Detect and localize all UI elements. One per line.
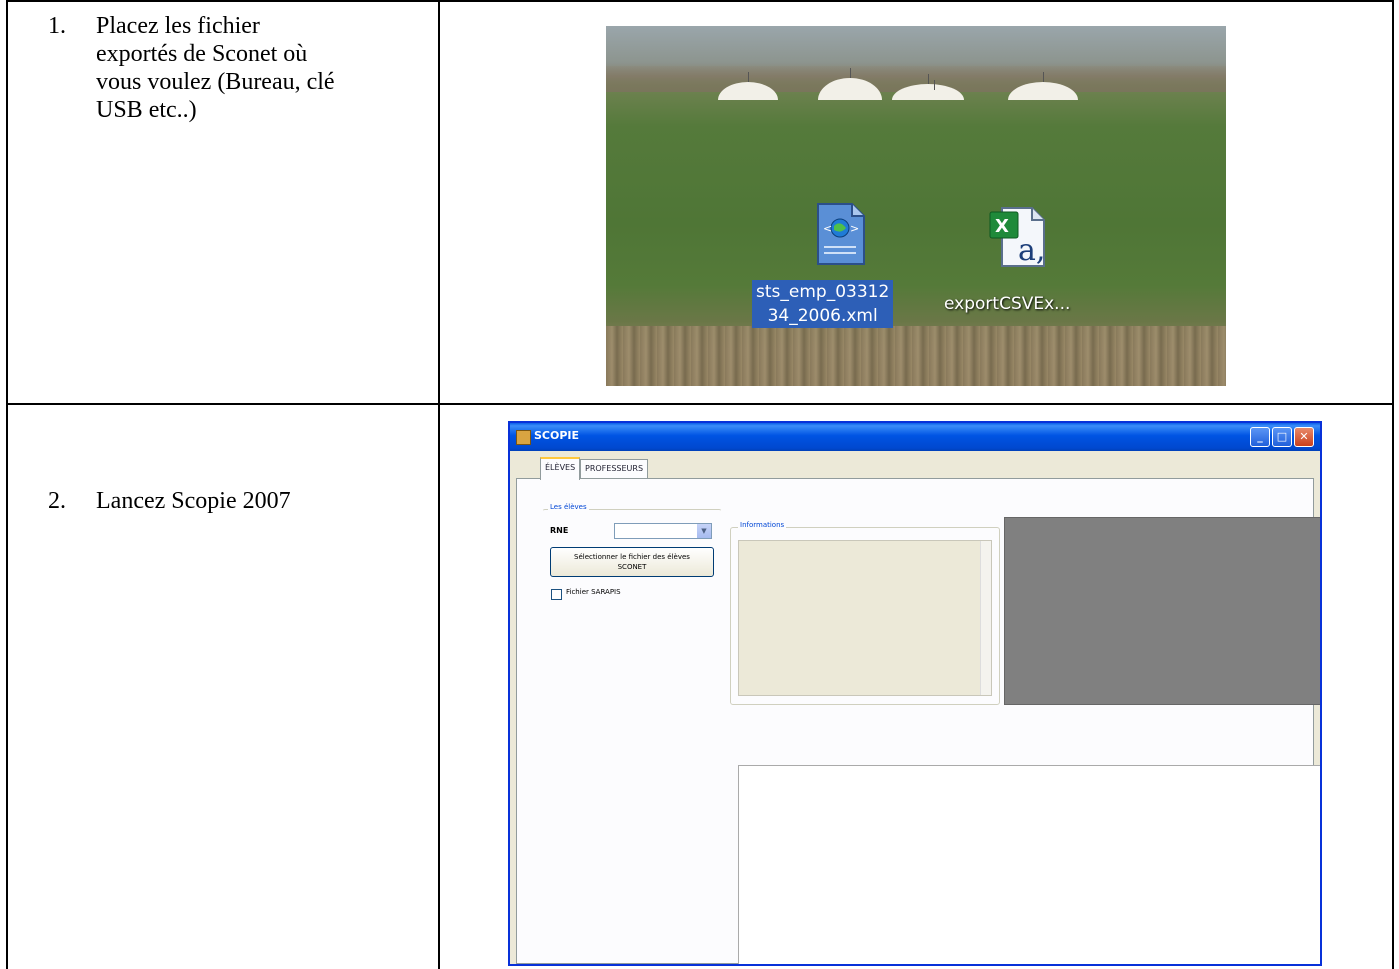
step-1-line: vous voulez (Bureau, clé bbox=[96, 69, 335, 95]
table-row-divider bbox=[6, 403, 1394, 405]
informations-textbox[interactable] bbox=[738, 540, 992, 696]
step-1-number: 1. bbox=[48, 13, 66, 39]
xml-file-label: sts_emp_03312 34_2006.xml bbox=[752, 280, 894, 328]
step-2-text: 2. Lancez Scopie 2007 bbox=[28, 487, 428, 517]
xml-file-label-line: sts_emp_03312 bbox=[756, 282, 890, 302]
window-titlebar: SCOPIE _ □ ✕ bbox=[510, 423, 1320, 451]
csv-file-label: exportCSVEx... bbox=[944, 294, 1071, 314]
step-2-body: Lancez Scopie 2007 bbox=[96, 487, 291, 515]
rne-label: RNE bbox=[550, 526, 569, 535]
xml-file-icon: < > bbox=[817, 203, 865, 265]
sarapis-checkbox-label: Fichier SARAPIS bbox=[566, 588, 621, 596]
desktop-file-csv[interactable]: X a, exportCSVEx... bbox=[936, 202, 1126, 314]
svg-text:a,: a, bbox=[1018, 233, 1045, 268]
table-column-divider bbox=[438, 0, 440, 969]
csv-excel-file-icon: X a, bbox=[989, 207, 1045, 268]
select-button-line: Sélectionner le fichier des élèves bbox=[574, 553, 690, 561]
svg-text:>: > bbox=[850, 222, 859, 235]
select-sconet-file-button[interactable]: Sélectionner le fichier des élèves SCONE… bbox=[550, 547, 714, 577]
informations-label: Informations bbox=[738, 521, 787, 529]
sarapis-checkbox[interactable] bbox=[551, 589, 562, 600]
eleves-group-label: Les élèves bbox=[548, 503, 589, 511]
xml-file-label-line: 34_2006.xml bbox=[767, 306, 878, 326]
chevron-down-icon[interactable]: ▼ bbox=[697, 524, 711, 538]
minimize-button[interactable]: _ bbox=[1250, 427, 1270, 447]
table-border-top bbox=[6, 0, 1394, 2]
tab-professeurs[interactable]: PROFESSEURS bbox=[580, 459, 649, 478]
maximize-button[interactable]: □ bbox=[1272, 427, 1292, 447]
table-border-right bbox=[1392, 0, 1394, 969]
tab-eleves[interactable]: ÉLÈVES bbox=[540, 457, 581, 480]
select-button-line: SCONET bbox=[617, 563, 647, 571]
step-2-number: 2. bbox=[48, 488, 66, 514]
window-title: SCOPIE bbox=[534, 429, 580, 442]
informations-scrollbar[interactable] bbox=[980, 541, 991, 695]
step-1-text: 1. Placez les fichier exportés de Sconet… bbox=[28, 12, 428, 172]
step-1-line: Placez les fichier bbox=[96, 13, 260, 39]
table-border-left bbox=[6, 0, 8, 969]
scopie-app-icon bbox=[516, 430, 531, 445]
step-1-body: Placez les fichier exportés de Sconet où… bbox=[96, 12, 335, 124]
preview-panel bbox=[1004, 517, 1320, 705]
svg-text:X: X bbox=[995, 216, 1009, 237]
step-1-line: exportés de Sconet où bbox=[96, 41, 308, 67]
step-1-line: USB etc..) bbox=[96, 97, 197, 123]
step-2-line: Lancez Scopie 2007 bbox=[96, 488, 291, 514]
desktop-screenshot: < > sts_emp_03312 34_2006.xml X a, expor… bbox=[606, 26, 1226, 386]
rne-dropdown[interactable]: ▼ bbox=[614, 523, 712, 539]
desktop-file-xml[interactable]: < > sts_emp_03312 34_2006.xml bbox=[750, 202, 930, 342]
scopie-window: SCOPIE _ □ ✕ ÉLÈVES PROFESSEURS Les élèv… bbox=[508, 421, 1322, 966]
svg-text:<: < bbox=[823, 222, 832, 235]
close-button[interactable]: ✕ bbox=[1294, 427, 1314, 447]
output-panel bbox=[738, 765, 1320, 964]
